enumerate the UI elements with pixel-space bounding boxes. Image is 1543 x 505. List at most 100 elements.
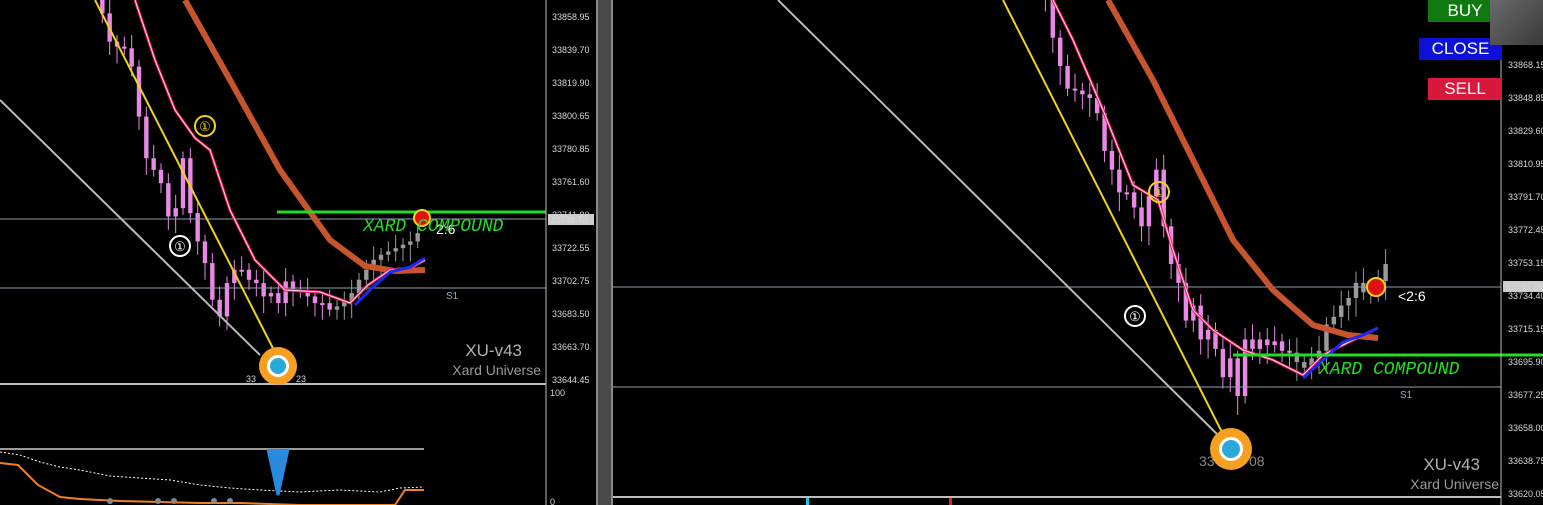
left-candle-body	[400, 244, 406, 249]
right-price-tick: 33753.15	[1508, 258, 1543, 268]
left-candle-body	[151, 158, 156, 170]
right-candle-body	[1272, 341, 1277, 346]
left-candle-body	[166, 183, 171, 217]
right-candle-body	[1361, 282, 1366, 293]
right-s1-label: S1	[1400, 390, 1413, 401]
right-chart[interactable]: ① ① 33 08 <2:6 XARD COMPOUND S1 XU-v43 X…	[613, 0, 1543, 505]
right-candle-body	[1346, 297, 1351, 306]
left-candle-body	[195, 213, 200, 242]
right-price-tick: 33848.85	[1508, 93, 1543, 103]
left-candle-body	[283, 281, 288, 304]
left-chart-pane[interactable]: ① ① 33 23 2:6 XARD COMPOUND S1 XU-v43 Xa…	[0, 0, 596, 505]
right-candle-body	[1131, 192, 1137, 208]
right-candle-body	[1257, 339, 1263, 349]
left-price-tick: 33839.70	[552, 45, 590, 55]
left-candle-body	[408, 241, 413, 245]
left-candle-body	[276, 293, 281, 304]
left-price-tick: 33780.85	[552, 144, 590, 154]
left-price-tick: 33722.55	[552, 243, 590, 253]
right-current-price: 33739.28	[1505, 282, 1543, 292]
left-candle-body	[386, 251, 391, 255]
right-price-tick: 33638.75	[1508, 456, 1543, 466]
svg-text:08: 08	[1249, 453, 1265, 469]
left-watermark-title: XU-v43	[465, 341, 522, 360]
left-candle-body	[173, 208, 178, 217]
left-candle-body	[268, 293, 274, 297]
right-watermark-subtitle: Xard Universe	[1410, 476, 1499, 492]
left-price-ticks: 33858.95 33839.70 33819.90 33800.65 33780.85…	[552, 12, 590, 385]
right-watermark-title: XU-v43	[1423, 455, 1480, 474]
right-compound-label: XARD COMPOUND	[1318, 360, 1460, 380]
left-candle-body	[312, 296, 318, 304]
right-diagonal-line	[777, 0, 1224, 441]
right-price-tick: 33695.90	[1508, 357, 1543, 367]
left-price-tick: 33761.60	[552, 177, 590, 187]
right-chart-pane[interactable]: ① ① 33 08 <2:6 XARD COMPOUND S1 XU-v43 X…	[613, 0, 1543, 505]
left-candle-body	[327, 303, 332, 310]
left-candle-body	[210, 263, 215, 300]
right-candle-body	[1235, 358, 1240, 397]
left-candle-body	[334, 306, 340, 310]
right-red-dot	[1366, 277, 1386, 297]
right-candle-body	[1279, 341, 1285, 351]
right-candle-body	[1198, 305, 1203, 340]
left-candle-body	[122, 46, 127, 49]
right-price-tick: 33791.70	[1508, 192, 1543, 202]
right-price-ticks: 33868.15 33848.85 33829.60 33810.95 33791.70…	[1508, 60, 1543, 499]
svg-text:23: 23	[296, 374, 306, 384]
left-s1-label: S1	[446, 291, 459, 302]
left-candle-body	[239, 269, 244, 272]
left-candle-body	[261, 283, 266, 297]
left-candle-body	[136, 66, 142, 117]
right-candle-body	[1065, 66, 1070, 89]
right-price-tick: 33772.45	[1508, 225, 1543, 235]
left-candle-body	[393, 248, 398, 252]
svg-text:①: ①	[1153, 185, 1165, 200]
svg-text:①: ①	[199, 119, 211, 134]
svg-text:100: 100	[550, 388, 565, 398]
svg-text:0: 0	[550, 497, 555, 505]
right-candle-body	[1139, 207, 1144, 227]
right-candle-body	[1057, 37, 1063, 67]
left-low-target: 33 23	[246, 347, 306, 385]
right-candle-body	[1242, 339, 1248, 397]
left-price-tick: 33644.45	[552, 375, 590, 385]
svg-text:①: ①	[174, 239, 186, 254]
left-diagonal-line	[0, 99, 261, 356]
left-price-tick: 33663.70	[552, 342, 590, 352]
svg-text:①: ①	[1129, 309, 1141, 324]
left-candle-body	[320, 303, 325, 306]
left-candle-body	[144, 116, 149, 159]
left-candle-body	[158, 169, 164, 184]
pane-splitter[interactable]	[596, 0, 613, 505]
left-price-tick: 33683.50	[552, 309, 590, 319]
left-candle-body	[364, 269, 369, 280]
right-marker-yellow: ①	[1148, 181, 1170, 203]
right-price-tick: 33620.05	[1508, 489, 1543, 499]
sell-button[interactable]: SELL	[1428, 78, 1502, 100]
left-price-tick: 33858.95	[552, 12, 590, 22]
right-candle-body	[1287, 350, 1292, 353]
left-chart[interactable]: ① ① 33 23 2:6 XARD COMPOUND S1 XU-v43 Xa…	[0, 0, 596, 505]
right-low-target: 33 08	[1199, 428, 1265, 470]
left-candle-body	[254, 279, 259, 284]
right-price-tick: 33829.60	[1508, 126, 1543, 136]
right-candle-body	[1250, 339, 1255, 349]
left-price-tick: 33819.90	[552, 78, 590, 88]
right-candle-body	[1109, 150, 1115, 170]
right-price-tick: 33810.95	[1508, 159, 1543, 169]
right-candle-body	[1087, 94, 1092, 99]
right-candle-body	[1146, 196, 1152, 227]
right-candle-body	[1302, 362, 1307, 368]
right-candle-body	[1220, 348, 1226, 378]
corner-overlay	[1490, 0, 1543, 45]
right-candle-body	[1124, 192, 1129, 195]
right-candle-body	[1339, 305, 1344, 317]
right-price-tick: 33658.00	[1508, 423, 1543, 433]
left-overlays	[0, 0, 547, 505]
left-candles	[100, 0, 420, 330]
left-candle-body	[180, 158, 186, 209]
left-candle-body	[246, 269, 252, 280]
right-candle-body	[1080, 90, 1085, 95]
left-candle-body	[202, 241, 208, 264]
